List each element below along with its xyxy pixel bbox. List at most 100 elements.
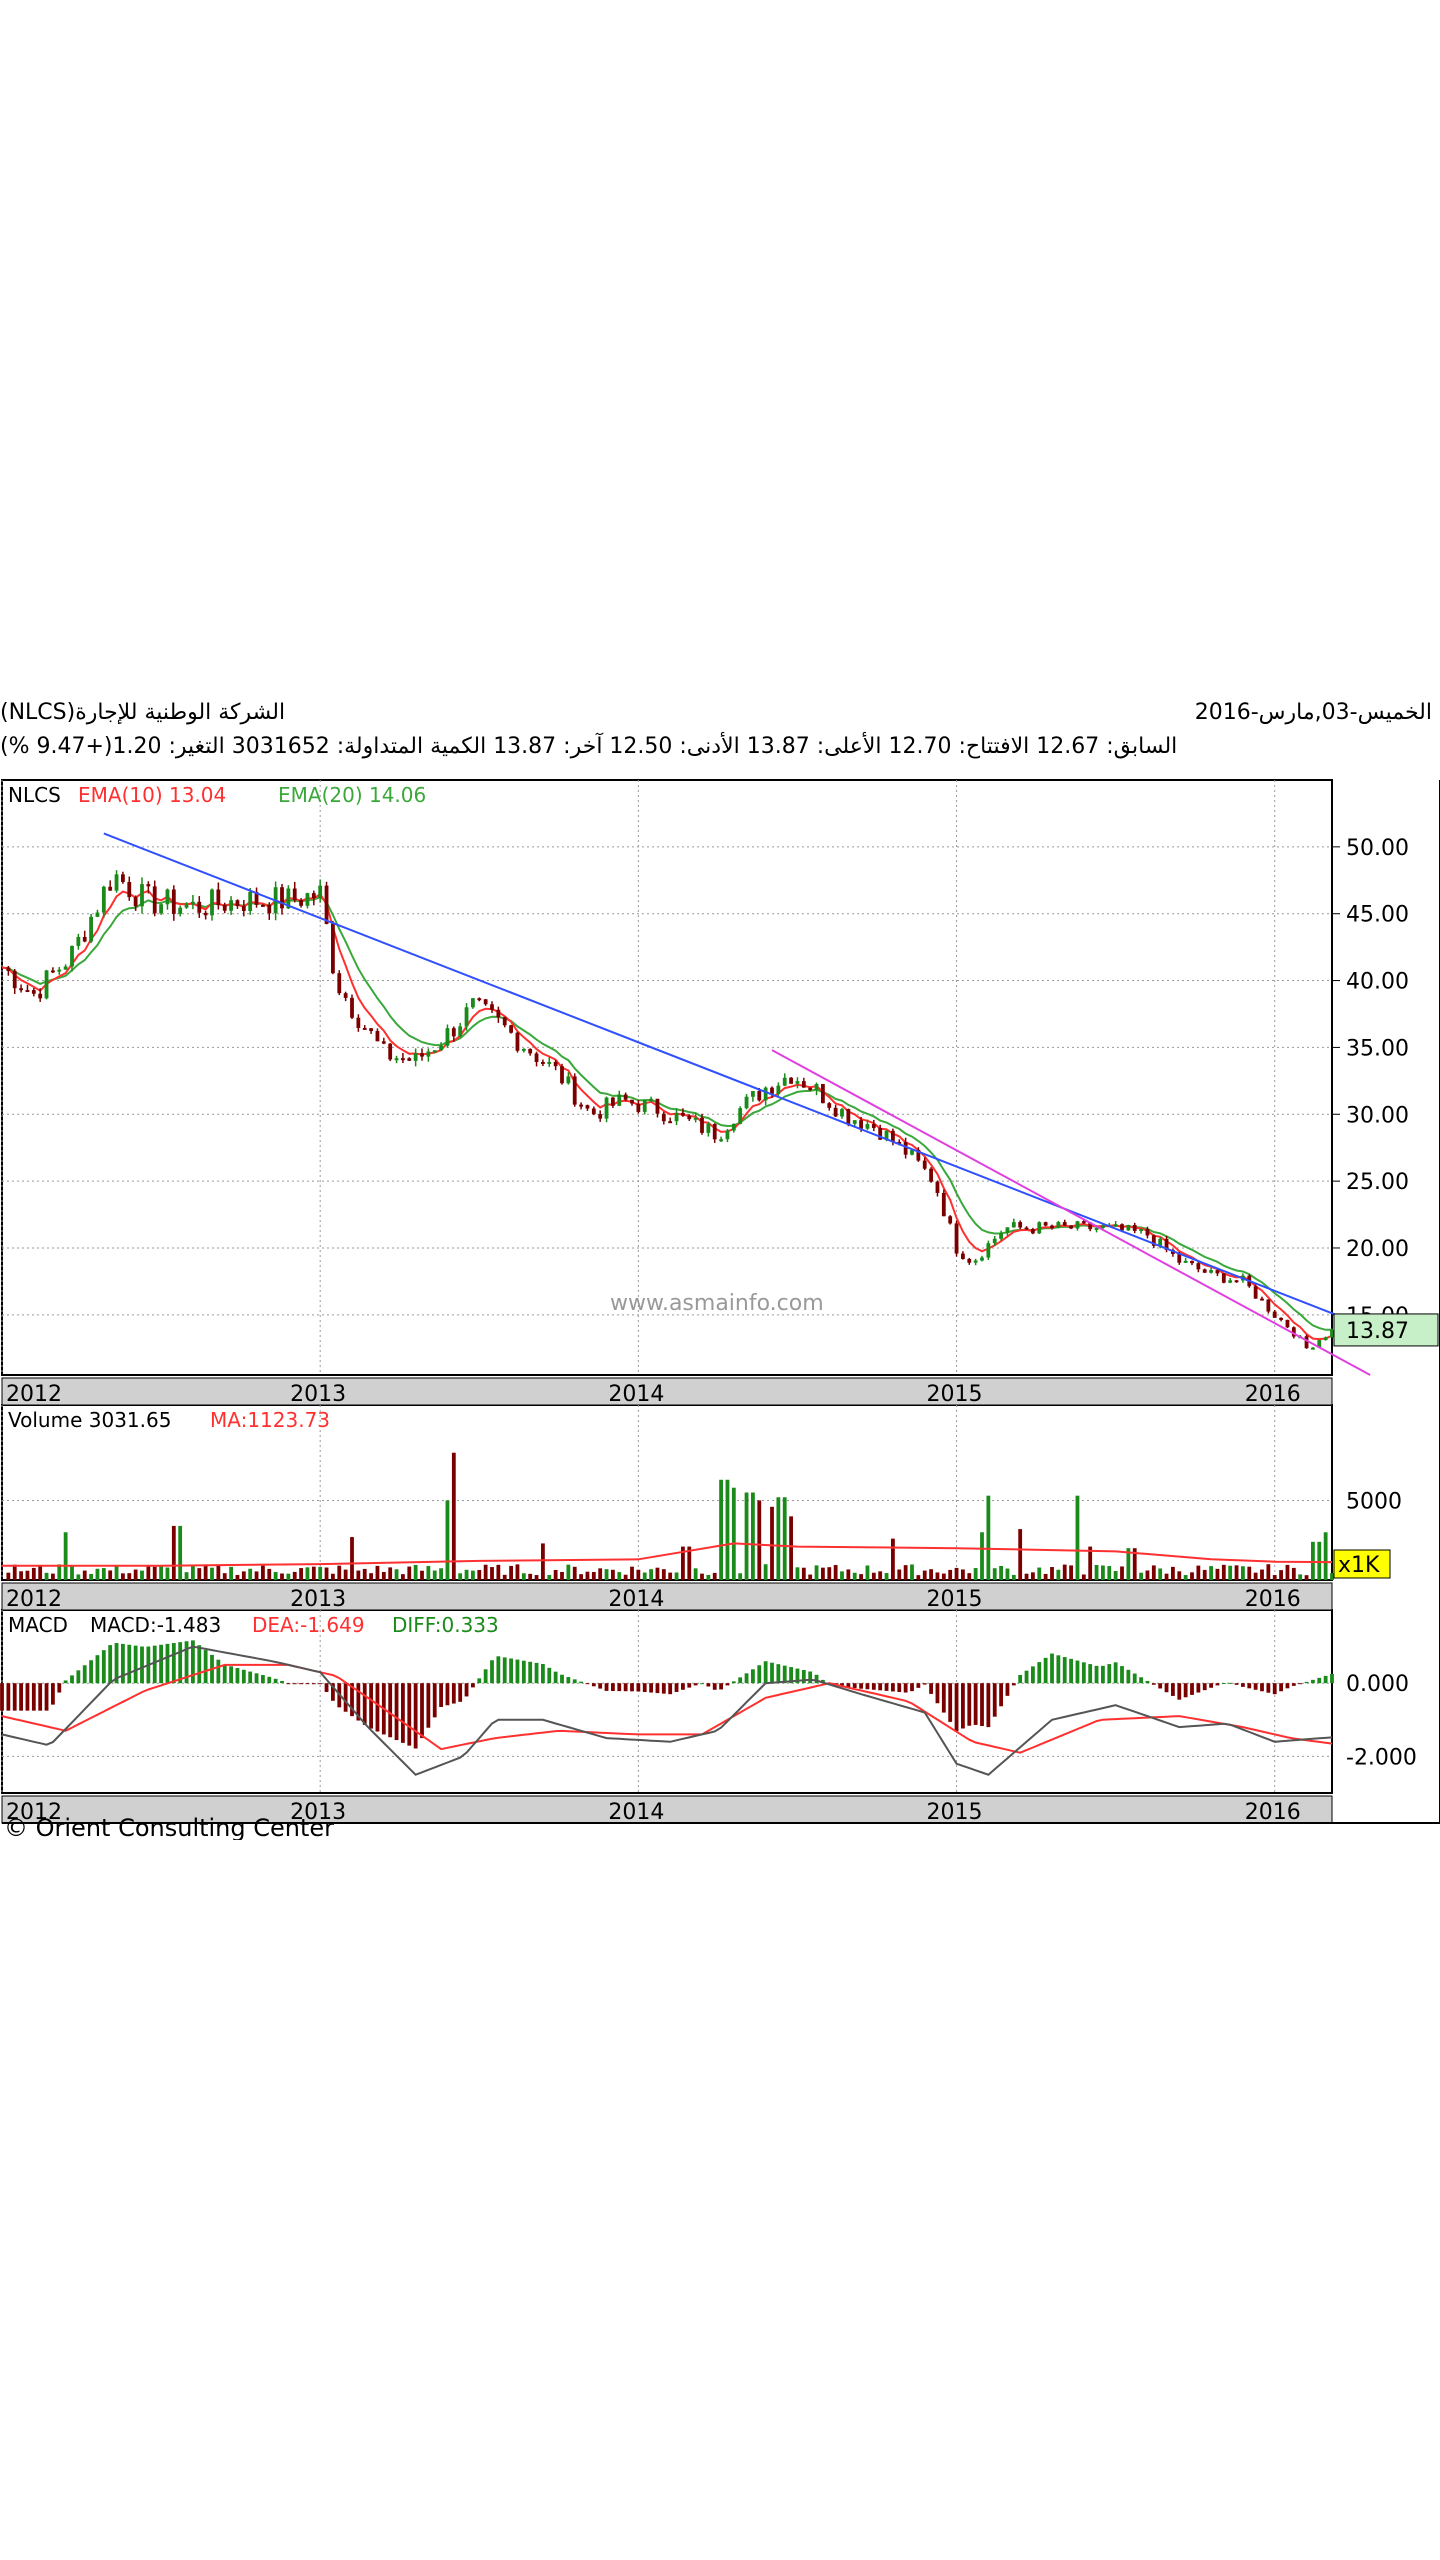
macd-hist-bar	[1101, 1665, 1105, 1684]
candle-body	[216, 889, 221, 906]
macd-hist-bar	[731, 1681, 736, 1684]
candle-body	[1018, 1222, 1023, 1228]
x-tick-2-3: 2015	[927, 1800, 983, 1825]
volume-bar	[19, 1571, 23, 1580]
volume-bar	[1113, 1570, 1118, 1580]
volume-bar	[318, 1567, 323, 1580]
macd-hist-bar	[560, 1674, 564, 1684]
candle-body	[44, 970, 49, 999]
candle-body	[1011, 1222, 1016, 1228]
volume-bar	[674, 1572, 679, 1580]
volume-bar	[337, 1565, 342, 1580]
volume-bar	[464, 1569, 469, 1580]
volume-bar	[852, 1572, 857, 1580]
macd-hist-bar	[445, 1683, 450, 1706]
macd-hist-bar	[57, 1683, 62, 1693]
volume-bar	[725, 1479, 730, 1580]
volume-bar	[910, 1564, 914, 1580]
macd-hist-bar	[502, 1657, 507, 1684]
volume-bar	[331, 1573, 335, 1580]
candle-body	[509, 1025, 513, 1033]
volume-bar	[1069, 1565, 1073, 1580]
macd-hist-bar	[261, 1675, 265, 1684]
macd-hist-bar	[127, 1644, 132, 1684]
candle-body	[572, 1076, 577, 1105]
volume-bar	[1056, 1569, 1061, 1580]
volume-bar	[922, 1570, 927, 1580]
candle-body	[980, 1257, 984, 1261]
volume-bar	[833, 1565, 838, 1580]
macd-hist-bar	[1164, 1683, 1169, 1693]
macd-hist-bar	[1113, 1662, 1118, 1684]
volume-bar	[261, 1565, 265, 1580]
candle-body	[922, 1160, 927, 1169]
macd-hist-bar	[108, 1645, 113, 1684]
macd-hist-bar	[420, 1683, 424, 1739]
volume-bar	[770, 1506, 774, 1580]
macd-hist-bar	[655, 1683, 660, 1694]
volume-bar	[566, 1564, 571, 1580]
volume-bar	[210, 1567, 214, 1580]
macd-hist-bar	[591, 1683, 596, 1687]
x-tick-0-2: 2014	[608, 1382, 664, 1407]
volume-bar	[521, 1573, 526, 1580]
macd-hist-bar	[1151, 1683, 1156, 1685]
candle-body	[324, 885, 329, 924]
macd-hist-bar	[159, 1644, 163, 1684]
macd-hist-bar	[891, 1683, 895, 1692]
volume-bar	[1247, 1566, 1252, 1580]
candle-body	[1311, 1347, 1315, 1350]
macd-hist-bar	[553, 1671, 558, 1684]
volume-bar	[114, 1564, 119, 1580]
candle-body	[1260, 1298, 1264, 1301]
volume-bar	[1330, 1573, 1334, 1580]
macd-hist-bar	[1272, 1683, 1277, 1695]
macd-hist-bar	[95, 1655, 100, 1684]
volume-bar	[191, 1564, 195, 1580]
volume-bar	[712, 1572, 717, 1580]
candle-body	[318, 885, 323, 899]
macd-hist-bar	[1266, 1683, 1271, 1693]
candle-body	[534, 1053, 539, 1062]
volume-bar	[286, 1573, 291, 1580]
volume-bar	[611, 1569, 615, 1580]
volume-bar	[509, 1565, 513, 1580]
candle-body	[89, 916, 93, 942]
volume-bar	[369, 1573, 373, 1580]
macd-hist-bar	[12, 1683, 17, 1711]
candle-body	[776, 1085, 781, 1094]
volume-bar	[986, 1495, 991, 1580]
x-tick-1-2: 2014	[608, 1587, 664, 1612]
volume-bar	[44, 1572, 49, 1580]
candle-body	[941, 1192, 946, 1217]
candle-body	[267, 904, 272, 914]
macd-hist-bar	[948, 1683, 953, 1722]
x-axis-strip-1	[1, 1582, 1333, 1611]
macd-hist-bar	[649, 1683, 653, 1693]
candle-body	[515, 1032, 520, 1051]
volume-bar	[89, 1573, 93, 1580]
macd-hist-bar	[1304, 1681, 1309, 1684]
candle-body	[1221, 1273, 1226, 1283]
candle-body	[770, 1087, 774, 1094]
legend-volume-ma: MA:1123.73	[210, 1408, 330, 1432]
macd-hist-bar	[1298, 1683, 1303, 1685]
candle-body	[661, 1113, 666, 1122]
macd-hist-bar	[782, 1665, 787, 1684]
volume-bar	[585, 1571, 590, 1580]
candle-body	[337, 973, 342, 994]
candle-body	[1069, 1225, 1073, 1229]
candle-body	[681, 1112, 685, 1116]
macd-hist-bar	[70, 1675, 74, 1684]
macd-hist-bar	[324, 1683, 329, 1692]
volume-unit-label: x1K	[1338, 1553, 1380, 1578]
candle-body	[280, 887, 284, 909]
candle-body	[1272, 1311, 1277, 1318]
candle-body	[1062, 1222, 1067, 1226]
volume-bar	[490, 1567, 494, 1580]
volume-bar	[1221, 1564, 1226, 1580]
candle-body	[95, 912, 100, 917]
candle-body	[248, 891, 253, 911]
candle-body	[1120, 1224, 1124, 1231]
volume-bar	[267, 1568, 272, 1580]
